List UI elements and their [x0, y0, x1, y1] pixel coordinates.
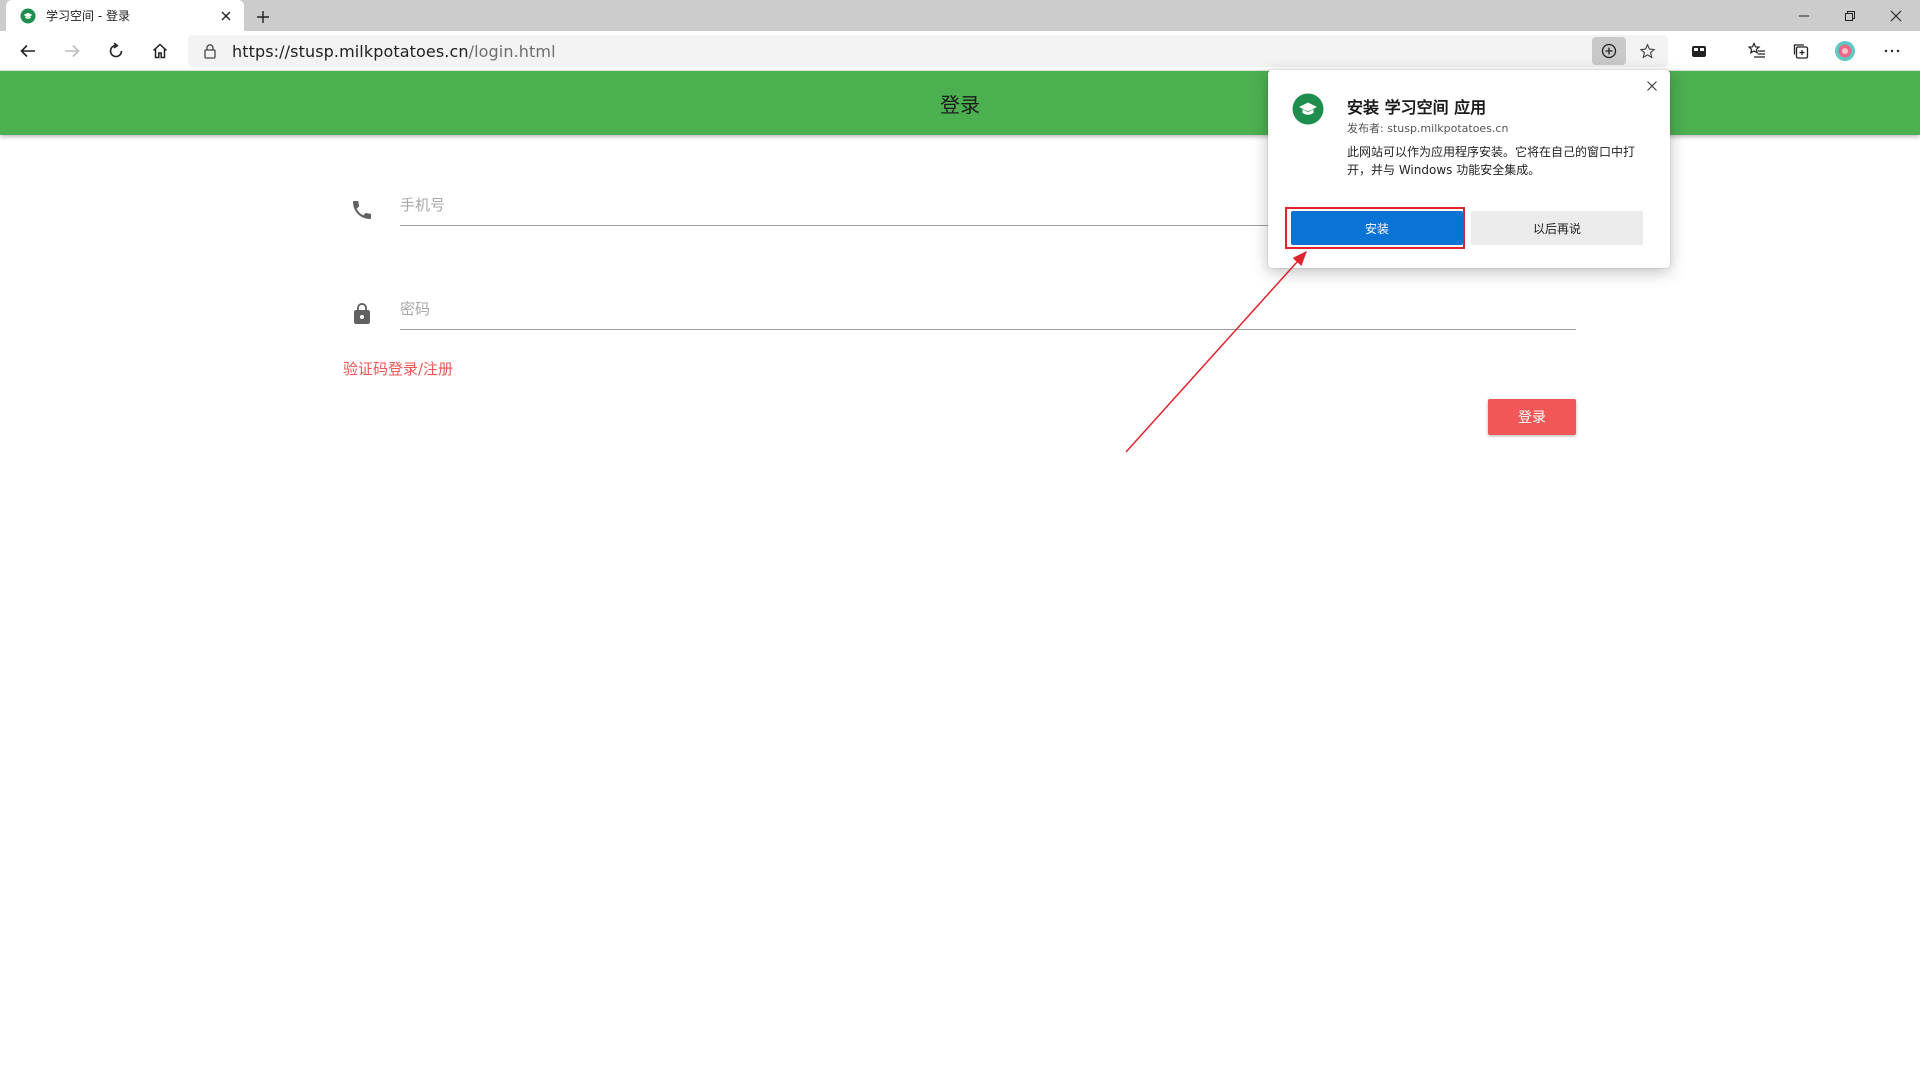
- tab-strip: 学习空间 - 登录: [0, 0, 1920, 31]
- forward-icon: [65, 44, 80, 58]
- annotation-highlight-box: [1285, 207, 1465, 249]
- page-title: 登录: [940, 92, 980, 117]
- profile-button[interactable]: [1830, 36, 1860, 66]
- graduation-cap-icon: [1292, 93, 1324, 125]
- favorites-button[interactable]: [1742, 36, 1772, 66]
- popup-description: 此网站可以作为应用程序安装。它将在自己的窗口中打开，并与 Windows 功能安…: [1347, 145, 1636, 177]
- url-text[interactable]: https://stusp.milkpotatoes.cn/login.html: [232, 42, 556, 61]
- minimize-button[interactable]: [1782, 0, 1826, 31]
- refresh-icon: [109, 42, 123, 58]
- address-bar[interactable]: https://stusp.milkpotatoes.cn/login.html: [188, 35, 1668, 67]
- close-icon[interactable]: [218, 8, 234, 24]
- password-lock-icon: [350, 302, 374, 326]
- close-icon[interactable]: [1642, 76, 1662, 96]
- popup-publisher: 发布者: stusp.milkpotatoes.cn: [1347, 122, 1509, 135]
- more-button[interactable]: [1877, 36, 1907, 66]
- forward-button[interactable]: [57, 36, 87, 66]
- app-install-button[interactable]: [1592, 37, 1626, 65]
- more-icon: [1884, 49, 1900, 53]
- add-favorite-button[interactable]: [1632, 37, 1662, 65]
- home-button[interactable]: [145, 36, 175, 66]
- restore-button[interactable]: [1828, 0, 1872, 31]
- password-input[interactable]: [400, 290, 1576, 328]
- profile-icon: [1835, 41, 1855, 61]
- app-install-icon: [1601, 43, 1617, 59]
- browser-toolbar: https://stusp.milkpotatoes.cn/login.html: [0, 31, 1920, 71]
- login-button[interactable]: 登录: [1488, 399, 1576, 435]
- not-now-button[interactable]: 以后再说: [1471, 211, 1643, 245]
- refresh-button[interactable]: [101, 36, 131, 66]
- sms-login-link[interactable]: 验证码登录/注册: [343, 358, 453, 379]
- reading-view-button[interactable]: [1684, 36, 1714, 66]
- new-tab-button[interactable]: [252, 6, 274, 28]
- password-field[interactable]: [400, 290, 1576, 330]
- close-icon: [1890, 10, 1902, 21]
- collections-icon: [1793, 44, 1809, 59]
- collections-button[interactable]: [1786, 36, 1816, 66]
- minimize-icon: [1799, 15, 1809, 16]
- url-host: https://stusp.milkpotatoes.cn: [232, 41, 469, 61]
- home-icon: [152, 43, 168, 59]
- plus-icon: [257, 11, 269, 23]
- restore-icon: [1845, 10, 1855, 21]
- tab-login[interactable]: 学习空间 - 登录: [6, 0, 244, 31]
- close-window-button[interactable]: [1874, 0, 1918, 31]
- star-icon: [1639, 42, 1655, 59]
- browser-window: 学习空间 - 登录 https://stusp.milkpotatoes.cn/…: [0, 0, 1920, 1080]
- url-path: /login.html: [468, 41, 556, 61]
- back-button[interactable]: [13, 36, 43, 66]
- phone-icon: [350, 198, 374, 222]
- lock-icon[interactable]: [202, 43, 218, 59]
- favorites-icon: [1748, 42, 1765, 58]
- reading-view-icon: [1692, 46, 1706, 57]
- back-icon: [20, 44, 35, 58]
- tab-title: 学习空间 - 登录: [46, 9, 130, 23]
- favicon-icon: [20, 8, 36, 24]
- popup-title: 安装 学习空间 应用: [1347, 98, 1487, 117]
